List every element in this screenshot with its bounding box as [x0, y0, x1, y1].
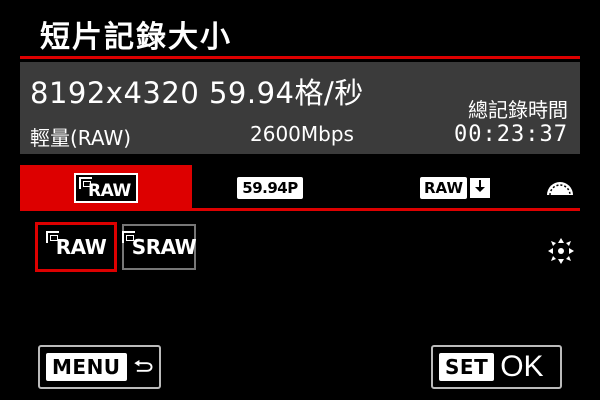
screen-title: 短片記錄大小 [40, 20, 232, 55]
tab-raw-format[interactable]: RAW [20, 165, 192, 211]
menu-key-label: MENU [46, 353, 127, 381]
tab-dial[interactable] [540, 165, 580, 211]
set-key-label: SET [439, 353, 495, 381]
bitrate-value: 2600Mbps [250, 122, 354, 146]
ok-label: OK [500, 350, 544, 383]
option-raw-lite[interactable]: SRAW [121, 224, 197, 270]
total-recording-time-value: 00:23:37 [454, 122, 568, 147]
tab-strip: RAW 59.94P RAW [20, 165, 580, 211]
tab-strip-divider [20, 208, 580, 211]
raw-lite-film-icon [121, 231, 135, 243]
info-panel: 8192x4320 59.94格/秒 輕量(RAW) 2600Mbps 總記錄時… [20, 62, 580, 154]
frame-rate-icon: 59.94P [237, 177, 303, 199]
main-dial-icon [547, 182, 573, 196]
quality-value: 輕量(RAW) [30, 126, 132, 150]
tab-raw-label: RAW [88, 181, 131, 201]
option-raw-lite-label: SRAW [121, 231, 197, 259]
option-raw[interactable]: RAW [35, 222, 117, 272]
total-recording-time-label: 總記錄時間 [468, 98, 568, 122]
tab-save-label: RAW [419, 177, 468, 199]
tab-raw-save[interactable]: RAW [380, 165, 530, 211]
title-divider [20, 56, 580, 59]
back-arrow-icon [133, 359, 153, 372]
raw-save-card-icon: RAW [419, 177, 491, 199]
option-raw-label: RAW [45, 231, 107, 259]
multi-controller-icon [548, 238, 574, 264]
resolution-value: 8192x4320 59.94格/秒 [30, 76, 364, 110]
tab-frame-rate[interactable]: 59.94P [210, 165, 330, 211]
raw-film-icon: RAW [74, 173, 138, 203]
menu-button[interactable]: MENU [38, 345, 161, 389]
raw-film-icon [45, 231, 59, 243]
set-ok-button[interactable]: SET OK [431, 345, 562, 389]
